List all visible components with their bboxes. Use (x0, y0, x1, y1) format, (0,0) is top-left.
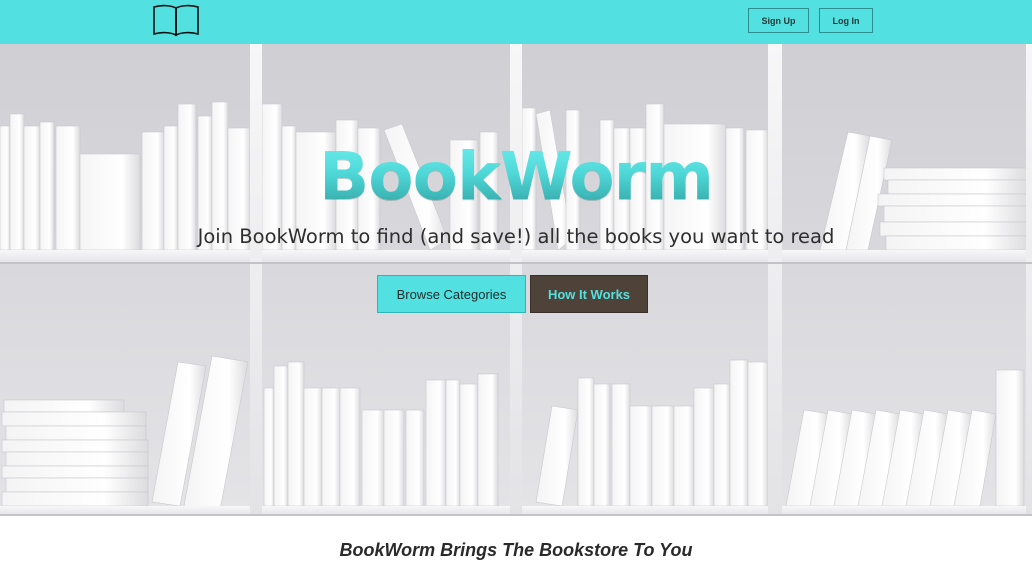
hero-banner: BookWorm Join BookWorm to find (and save… (0, 44, 1032, 516)
section-tagline: BookWorm Brings The Bookstore To You (339, 540, 693, 560)
hero-title: BookWorm (0, 138, 1032, 216)
browse-categories-button[interactable]: Browse Categories (377, 275, 526, 313)
open-book-icon[interactable] (152, 3, 200, 37)
signup-button[interactable]: Sign Up (748, 8, 809, 33)
login-button[interactable]: Log In (819, 8, 873, 33)
how-it-works-button[interactable]: How It Works (530, 275, 648, 313)
hero-subtitle: Join BookWorm to find (and save!) all th… (197, 225, 835, 248)
top-navbar: Sign Up Log In (0, 0, 1032, 44)
